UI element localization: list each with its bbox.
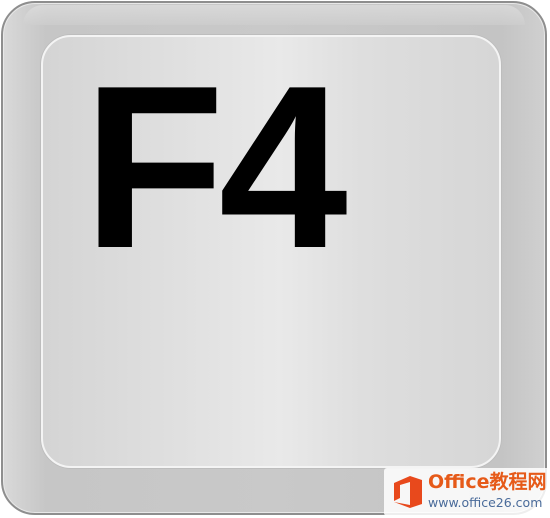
office-logo-icon (394, 476, 422, 508)
watermark-url: www.office26.com (428, 495, 543, 510)
watermark: Office教程网 www.office26.com (384, 468, 550, 516)
key-bevel-highlight (23, 5, 525, 25)
watermark-site-name: Office教程网 (428, 471, 547, 493)
keyboard-key-illustration: F4 Office教程网 www.office26.com (0, 0, 550, 518)
key-label: F4 (83, 38, 348, 297)
